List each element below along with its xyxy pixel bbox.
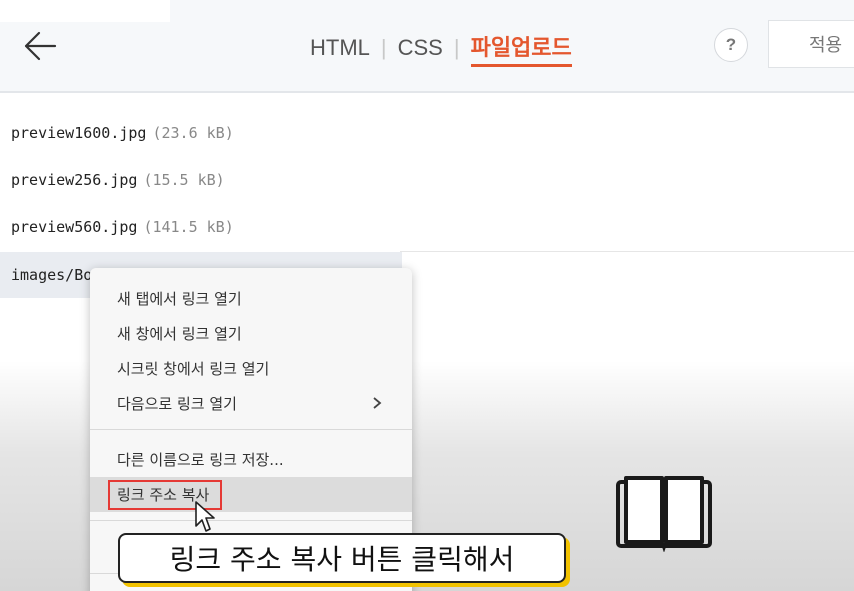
tab-separator: | bbox=[453, 35, 460, 60]
tab-separator: | bbox=[380, 35, 387, 60]
menu-separator bbox=[90, 520, 412, 521]
menu-item-save-link-as[interactable]: 다른 이름으로 링크 저장... bbox=[90, 442, 412, 477]
menu-item-label: 다른 이름으로 링크 저장... bbox=[117, 451, 284, 469]
file-name[interactable]: preview256.jpg bbox=[11, 171, 137, 189]
file-name[interactable]: images/Bo bbox=[11, 266, 92, 284]
file-size: (141.5 kB) bbox=[143, 218, 234, 236]
menu-item-open-new-window[interactable]: 새 창에서 링크 열기 bbox=[90, 316, 412, 351]
caption-text: 링크 주소 복사 버튼 클릭해서 bbox=[169, 543, 515, 576]
menu-item-label: 새 탭에서 링크 열기 bbox=[117, 290, 242, 308]
menu-separator bbox=[90, 429, 412, 430]
file-size: (23.6 kB) bbox=[152, 124, 234, 142]
back-arrow-icon[interactable] bbox=[22, 28, 58, 64]
mouse-cursor-icon bbox=[195, 501, 215, 532]
tab-html[interactable]: HTML bbox=[310, 35, 370, 61]
menu-item-open-new-tab[interactable]: 새 탭에서 링크 열기 bbox=[90, 281, 412, 316]
help-icon: ? bbox=[725, 35, 737, 54]
top-bar: HTML | CSS | 파일업로드 ? 적용 bbox=[0, 0, 854, 93]
menu-item-label: 다음으로 링크 열기 bbox=[117, 395, 237, 413]
row-divider bbox=[400, 251, 854, 252]
apply-button[interactable]: 적용 bbox=[768, 20, 854, 68]
tab-bar: HTML | CSS | 파일업로드 bbox=[310, 30, 572, 67]
apply-label: 적용 bbox=[809, 35, 843, 56]
menu-item-open-with[interactable]: 다음으로 링크 열기 bbox=[90, 386, 412, 421]
file-row[interactable]: preview1600.jpg (23.6 kB) bbox=[0, 110, 854, 156]
menu-item-open-incognito[interactable]: 시크릿 창에서 링크 열기 bbox=[90, 351, 412, 386]
page: HTML | CSS | 파일업로드 ? 적용 preview1600.jpg … bbox=[0, 0, 854, 591]
chevron-right-icon bbox=[373, 397, 382, 409]
file-name[interactable]: preview560.jpg bbox=[11, 218, 137, 236]
file-row[interactable]: preview256.jpg (15.5 kB) bbox=[0, 157, 854, 203]
menu-item-label: 새 창에서 링크 열기 bbox=[117, 325, 242, 343]
help-button[interactable]: ? bbox=[714, 28, 748, 62]
tab-css[interactable]: CSS bbox=[398, 35, 443, 61]
file-name[interactable]: preview1600.jpg bbox=[11, 124, 146, 142]
file-size: (15.5 kB) bbox=[143, 171, 225, 189]
file-row[interactable]: preview560.jpg (141.5 kB) bbox=[0, 204, 854, 250]
tab-file-upload[interactable]: 파일업로드 bbox=[470, 30, 572, 67]
book-icon bbox=[616, 476, 712, 552]
menu-item-label: 시크릿 창에서 링크 열기 bbox=[117, 360, 270, 378]
caption-subtitle: 링크 주소 복사 버튼 클릭해서 bbox=[118, 533, 566, 583]
menu-item-copy-link-address[interactable]: 링크 주소 복사 bbox=[90, 477, 412, 512]
